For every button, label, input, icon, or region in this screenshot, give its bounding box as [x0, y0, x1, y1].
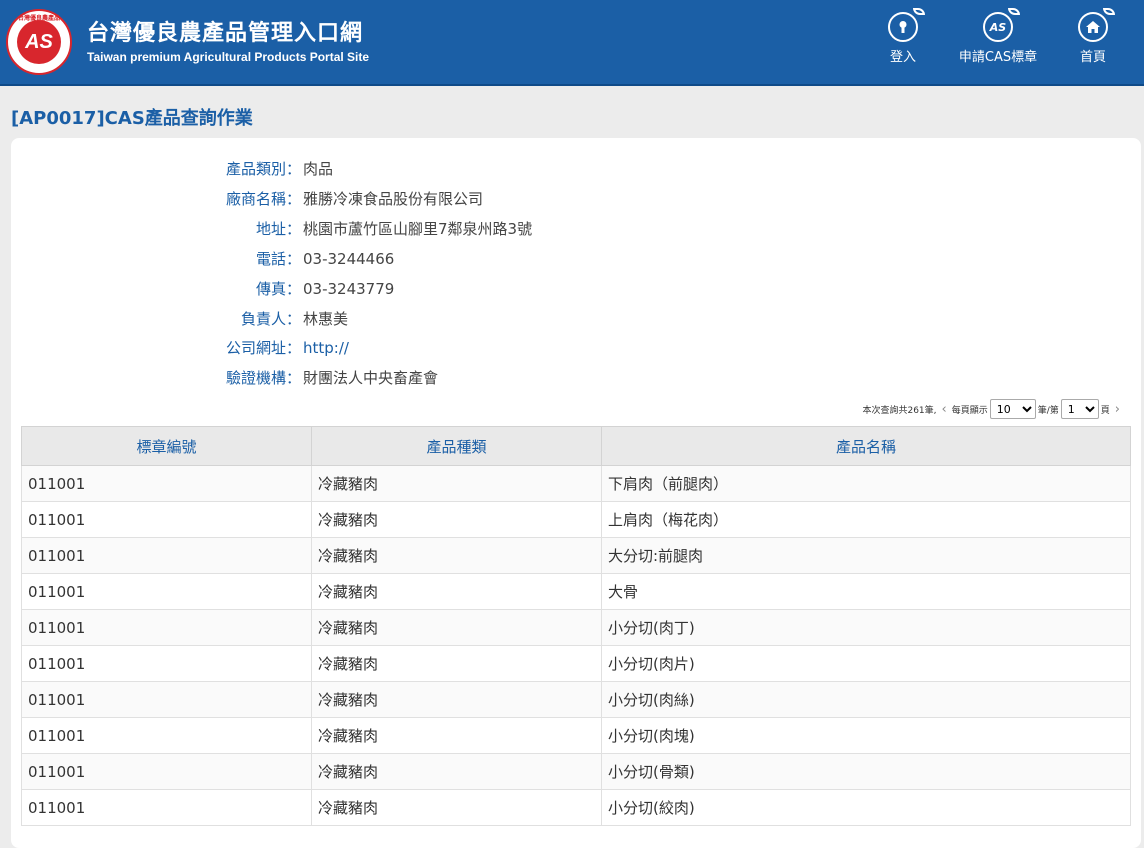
- mark-no-cell: 011001: [21, 501, 312, 538]
- info-value: 肉品: [303, 160, 334, 178]
- info-phone: 電話： 03-3244466: [11, 247, 811, 271]
- column-header[interactable]: 標章編號: [21, 426, 312, 466]
- login-icon: [888, 8, 925, 42]
- info-value: 桃園市蘆竹區山腳里7鄰泉州路3號: [303, 220, 533, 238]
- product-name-cell: 小分切(肉片): [601, 645, 1131, 682]
- table-row[interactable]: 011001 冷藏豬肉 下肩肉（前腿肉）: [21, 465, 1131, 502]
- category-cell: 冷藏豬肉: [311, 537, 602, 574]
- mark-no-cell: 011001: [21, 573, 312, 610]
- product-name-cell: 小分切(肉絲): [601, 681, 1131, 718]
- category-cell: 冷藏豬肉: [311, 609, 602, 646]
- info-fax: 傳真： 03-3243779: [11, 277, 811, 301]
- info-value: 03-3243779: [303, 280, 395, 298]
- mark-no-cell: 011001: [21, 753, 312, 790]
- cas-logo[interactable]: 台灣優良農產品 AS: [6, 9, 72, 75]
- mark-no-cell: 011001: [21, 789, 312, 826]
- per-page-label: 每頁顯示: [951, 405, 988, 416]
- product-table: 標章編號 產品種類 產品名稱 011001 冷藏豬肉 下肩肉（前腿肉） 011001…: [21, 426, 1131, 826]
- column-header[interactable]: 產品種類: [311, 426, 602, 466]
- info-value: 雅勝冷凍食品股份有限公司: [303, 190, 484, 208]
- cas-apply-icon: AS: [983, 8, 1020, 42]
- next-page-icon[interactable]: ›: [1112, 402, 1123, 417]
- info-certifier: 驗證機構： 財團法人中央畜產會: [11, 366, 811, 390]
- category-cell: 冷藏豬肉: [311, 573, 602, 610]
- table-row[interactable]: 011001 冷藏豬肉 小分切(肉丁): [21, 609, 1131, 646]
- category-cell: 冷藏豬肉: [311, 717, 602, 754]
- site-subtitle: Taiwan premium Agricultural Products Por…: [87, 50, 370, 64]
- product-name-cell: 上肩肉（梅花肉）: [601, 501, 1131, 538]
- category-cell: 冷藏豬肉: [311, 753, 602, 790]
- info-label: 廠商名稱：: [225, 190, 301, 208]
- nav-login-label: 登入: [889, 50, 916, 65]
- table-row[interactable]: 011001 冷藏豬肉 大分切:前腿肉: [21, 537, 1131, 574]
- info-label: 驗證機構：: [225, 369, 301, 387]
- page-select[interactable]: 1: [1060, 399, 1099, 419]
- product-name-cell: 大骨: [601, 573, 1131, 610]
- info-label: 公司網址：: [225, 339, 301, 357]
- mark-no-cell: 011001: [21, 681, 312, 718]
- total-count: 本次查詢共261筆,: [862, 405, 937, 416]
- product-name-cell: 下肩肉（前腿肉）: [601, 465, 1131, 502]
- info-label: 傳真：: [255, 280, 301, 298]
- info-company: 廠商名稱： 雅勝冷凍食品股份有限公司: [11, 187, 811, 211]
- page-suffix: 頁: [1100, 405, 1110, 416]
- info-value: 03-3244466: [303, 250, 395, 268]
- info-category: 產品類別： 肉品: [11, 157, 811, 181]
- category-cell: 冷藏豬肉: [311, 501, 602, 538]
- category-cell: 冷藏豬肉: [311, 465, 602, 502]
- info-label: 電話：: [255, 250, 301, 268]
- table-row[interactable]: 011001 冷藏豬肉 大骨: [21, 573, 1131, 610]
- nav-login[interactable]: 登入: [884, 8, 925, 65]
- nav-cas-apply-label: 申請CAS標章: [958, 50, 1038, 65]
- mark-no-cell: 011001: [21, 537, 312, 574]
- info-label: 產品類別：: [225, 160, 301, 178]
- product-name-cell: 小分切(絞肉): [601, 789, 1131, 826]
- product-name-cell: 小分切(肉丁): [601, 609, 1131, 646]
- mark-no-cell: 011001: [21, 717, 312, 754]
- table-row[interactable]: 011001 冷藏豬肉 小分切(肉片): [21, 645, 1131, 682]
- table-header-row: 標章編號 產品種類 產品名稱: [21, 426, 1131, 466]
- site-header: 台灣優良農產品 AS 台灣優良農產品管理入口網 Taiwan premium A…: [0, 0, 1144, 86]
- category-cell: 冷藏豬肉: [311, 681, 602, 718]
- page-mid-label: 筆/第: [1037, 405, 1059, 416]
- info-website: 公司網址： http://: [11, 336, 811, 360]
- product-name-cell: 大分切:前腿肉: [601, 537, 1131, 574]
- table-row[interactable]: 011001 冷藏豬肉 小分切(肉塊): [21, 717, 1131, 754]
- table-row[interactable]: 011001 冷藏豬肉 小分切(絞肉): [21, 789, 1131, 826]
- info-owner: 負責人： 林惠美: [11, 307, 811, 331]
- info-label: 負責人：: [240, 310, 301, 328]
- mark-no-cell: 011001: [21, 645, 312, 682]
- mark-no-cell: 011001: [21, 609, 312, 646]
- product-name-cell: 小分切(肉塊): [601, 717, 1131, 754]
- nav-home[interactable]: 首頁: [1074, 8, 1115, 65]
- category-cell: 冷藏豬肉: [311, 789, 602, 826]
- mark-no-cell: 011001: [21, 465, 312, 502]
- result-card: 產品類別： 肉品 廠商名稱： 雅勝冷凍食品股份有限公司 地址： 桃園市蘆竹區山腳…: [11, 138, 1141, 848]
- site-title: 台灣優良農產品管理入口網: [87, 21, 364, 46]
- page-title: [AP0017]CAS產品查詢作業: [11, 108, 253, 129]
- column-header[interactable]: 產品名稱: [601, 426, 1131, 466]
- nav-cas-apply[interactable]: AS 申請CAS標章: [952, 8, 1044, 65]
- info-label: 地址：: [255, 220, 301, 238]
- company-website-link[interactable]: http://: [303, 336, 349, 360]
- pagination: 本次查詢共261筆, ‹ 每頁顯示 10 筆/第 1 頁 ›: [862, 398, 1123, 420]
- table-row[interactable]: 011001 冷藏豬肉 小分切(肉絲): [21, 681, 1131, 718]
- product-name-cell: 小分切(骨類): [601, 753, 1131, 790]
- info-value: 財團法人中央畜產會: [303, 369, 439, 387]
- info-value: 林惠美: [303, 310, 349, 328]
- nav-home-label: 首頁: [1079, 50, 1106, 65]
- logo-mark: AS: [17, 20, 61, 64]
- prev-page-icon[interactable]: ‹: [939, 402, 950, 417]
- info-address: 地址： 桃園市蘆竹區山腳里7鄰泉州路3號: [11, 217, 811, 241]
- category-cell: 冷藏豬肉: [311, 645, 602, 682]
- home-icon: [1078, 8, 1115, 42]
- table-row[interactable]: 011001 冷藏豬肉 小分切(骨類): [21, 753, 1131, 790]
- table-row[interactable]: 011001 冷藏豬肉 上肩肉（梅花肉）: [21, 501, 1131, 538]
- per-page-select[interactable]: 10: [989, 399, 1036, 419]
